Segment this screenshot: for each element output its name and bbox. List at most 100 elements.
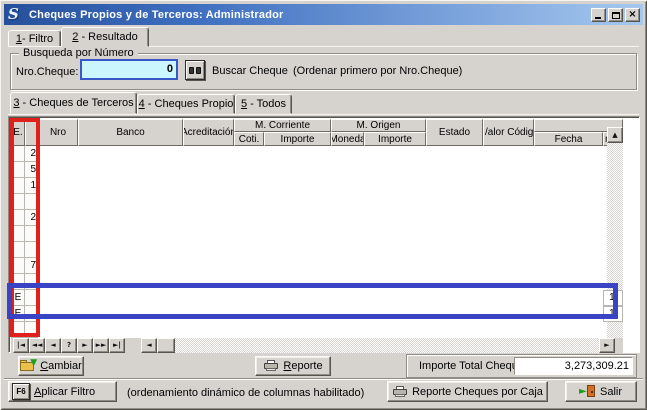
cambiar-label: Cambiar: [40, 360, 82, 372]
table-row[interactable]: E: [11, 306, 38, 322]
nav-button-0[interactable]: |◄: [13, 338, 29, 353]
scroll-up-button[interactable]: ▲: [607, 127, 623, 143]
tab-todos-label: 5 - Todos: [241, 98, 286, 110]
table-row[interactable]: [11, 242, 38, 258]
nro-cheque-input[interactable]: 0: [80, 59, 178, 80]
col-header-estado[interactable]: Estado: [426, 119, 483, 146]
col-header-nro[interactable]: Nro: [38, 119, 78, 146]
total-value: 3,273,309.21: [514, 357, 633, 375]
tab-cheques-terceros-label: 3 - Cheques de Terceros: [13, 97, 133, 109]
aplicar-filtro-button[interactable]: F6 Aplicar Filtro: [8, 381, 117, 402]
minimize-icon: [595, 17, 601, 19]
cell-nro-fragment: 2: [25, 210, 38, 226]
buscar-cheque-key-icon[interactable]: [185, 60, 205, 80]
col-header-fecha[interactable]: Fecha: [534, 132, 603, 146]
window-title: Cheques Propios y de Terceros: Administr…: [29, 9, 284, 21]
maximize-icon: [612, 12, 620, 19]
cell-nro-fragment: [25, 306, 38, 322]
tab-resultado[interactable]: 2 - Resultado: [61, 27, 149, 47]
tab-cheques-propio[interactable]: 4 - Cheques Propio: [137, 94, 235, 114]
group-header-m-origen: M. Origen: [331, 119, 426, 132]
reporte-button[interactable]: Reporte: [255, 356, 331, 376]
grid-nav-row: |◄◄◄◄?►►►►| ◄ ►: [11, 338, 623, 354]
title-bar: S Cheques Propios y de Terceros: Adminis…: [4, 4, 643, 25]
maximize-button[interactable]: [608, 8, 623, 22]
cell-nro-fragment: [25, 322, 38, 338]
table-row[interactable]: [11, 226, 38, 242]
col-header-e[interactable]: E.: [11, 119, 25, 146]
grid-rows: 25127EE: [11, 146, 38, 338]
table-row[interactable]: 5: [11, 162, 38, 178]
cell-estado-flag: [11, 226, 25, 242]
cell-estado-flag: [11, 178, 25, 194]
cell-estado-flag: [11, 146, 25, 162]
table-row[interactable]: 7: [11, 258, 38, 274]
table-row[interactable]: [11, 274, 38, 290]
table-row[interactable]: 1: [11, 178, 38, 194]
reporte-label: Reporte: [283, 360, 322, 372]
nav-button-3[interactable]: ?: [61, 338, 77, 353]
folder-change-icon: ▼: [20, 360, 36, 372]
col-header-moneda[interactable]: Moneda: [331, 132, 364, 146]
cell-estado-flag: [11, 194, 25, 210]
cell-nro-fragment: [25, 274, 38, 290]
cell-estado-flag: [11, 210, 25, 226]
search-hint: (Ordenar primero por Nro.Cheque): [293, 65, 462, 77]
col-header-acreditacion[interactable]: Acreditación: [183, 119, 234, 146]
arrow-left-icon: ◄: [146, 341, 151, 349]
cell-estado-flag: [11, 258, 25, 274]
aplicar-filtro-label: Aplicar Filtro: [34, 386, 95, 398]
tab-cheques-propio-label: 4 - Cheques Propio: [139, 98, 234, 110]
nro-cheque-label: Nro.Cheque:: [16, 66, 78, 78]
table-row[interactable]: E: [11, 290, 38, 306]
tab-todos[interactable]: 5 - Todos: [235, 94, 292, 114]
f6-key-icon: F6: [12, 383, 30, 400]
cell-nro-fragment: 2: [25, 146, 38, 162]
tab-resultado-label: 2 - Resultado: [72, 31, 137, 43]
tab-cheques-terceros[interactable]: 3 - Cheques de Terceros: [10, 92, 137, 114]
nav-button-2[interactable]: ◄: [45, 338, 61, 353]
cell-nro-fragment: [25, 194, 38, 210]
close-icon: ×: [628, 9, 636, 20]
cell-estado-flag: [11, 322, 25, 338]
col-header-banco[interactable]: Banco: [78, 119, 183, 146]
cell-nro-fragment: [25, 226, 38, 242]
cell-nro-fragment: [25, 242, 38, 258]
nav-buttons: |◄◄◄◄?►►►►|: [13, 338, 125, 353]
horizontal-scrollbar[interactable]: [141, 338, 599, 353]
app-window: S Cheques Propios y de Terceros: Adminis…: [0, 0, 647, 410]
nav-button-4[interactable]: ►: [77, 338, 93, 353]
table-row[interactable]: 2: [11, 210, 38, 226]
nav-button-5[interactable]: ►►: [93, 338, 109, 353]
col-header-importe-corriente[interactable]: Importe: [264, 132, 331, 146]
nav-button-6[interactable]: ►|: [109, 338, 125, 353]
cell-estado-flag: [11, 162, 25, 178]
horizontal-scroll-thumb[interactable]: [157, 338, 175, 353]
salir-button[interactable]: ► Salir: [565, 381, 637, 402]
cambiar-button[interactable]: ▼ Cambiar: [18, 356, 84, 376]
exit-door-icon: ►: [580, 385, 596, 398]
scroll-right-button[interactable]: ►: [599, 338, 615, 353]
col-header-importe-origen[interactable]: Importe: [364, 132, 426, 146]
cell-tran: 1-: [603, 290, 623, 306]
col-header-valor-codigo[interactable]: /alor Código: [483, 119, 534, 146]
group-header-m-corriente: M. Corriente: [234, 119, 331, 132]
printer-icon: [263, 360, 279, 372]
table-row[interactable]: [11, 194, 38, 210]
close-button[interactable]: ×: [625, 8, 640, 22]
nav-button-1[interactable]: ◄◄: [29, 338, 45, 353]
cheques-grid: E. Nro Banco Acreditación M. Corriente C…: [8, 116, 640, 353]
app-icon: S: [8, 7, 24, 22]
table-row[interactable]: [11, 322, 38, 338]
cell-nro-fragment: 5: [25, 162, 38, 178]
nro-cheque-value: 0: [167, 63, 173, 75]
reporte-cheques-por-caja-button[interactable]: Reporte Cheques por Caja: [387, 381, 548, 402]
col-header-blank[interactable]: [25, 119, 38, 146]
table-row[interactable]: 2: [11, 146, 38, 162]
scroll-left-button[interactable]: ◄: [141, 338, 157, 353]
tab-filtro[interactable]: 1- Filtro: [8, 30, 61, 47]
col-header-coti[interactable]: Coti.: [234, 132, 264, 146]
cell-estado-flag: [11, 242, 25, 258]
buscar-cheque-button[interactable]: Buscar Cheque: [212, 65, 288, 77]
minimize-button[interactable]: [591, 8, 606, 22]
